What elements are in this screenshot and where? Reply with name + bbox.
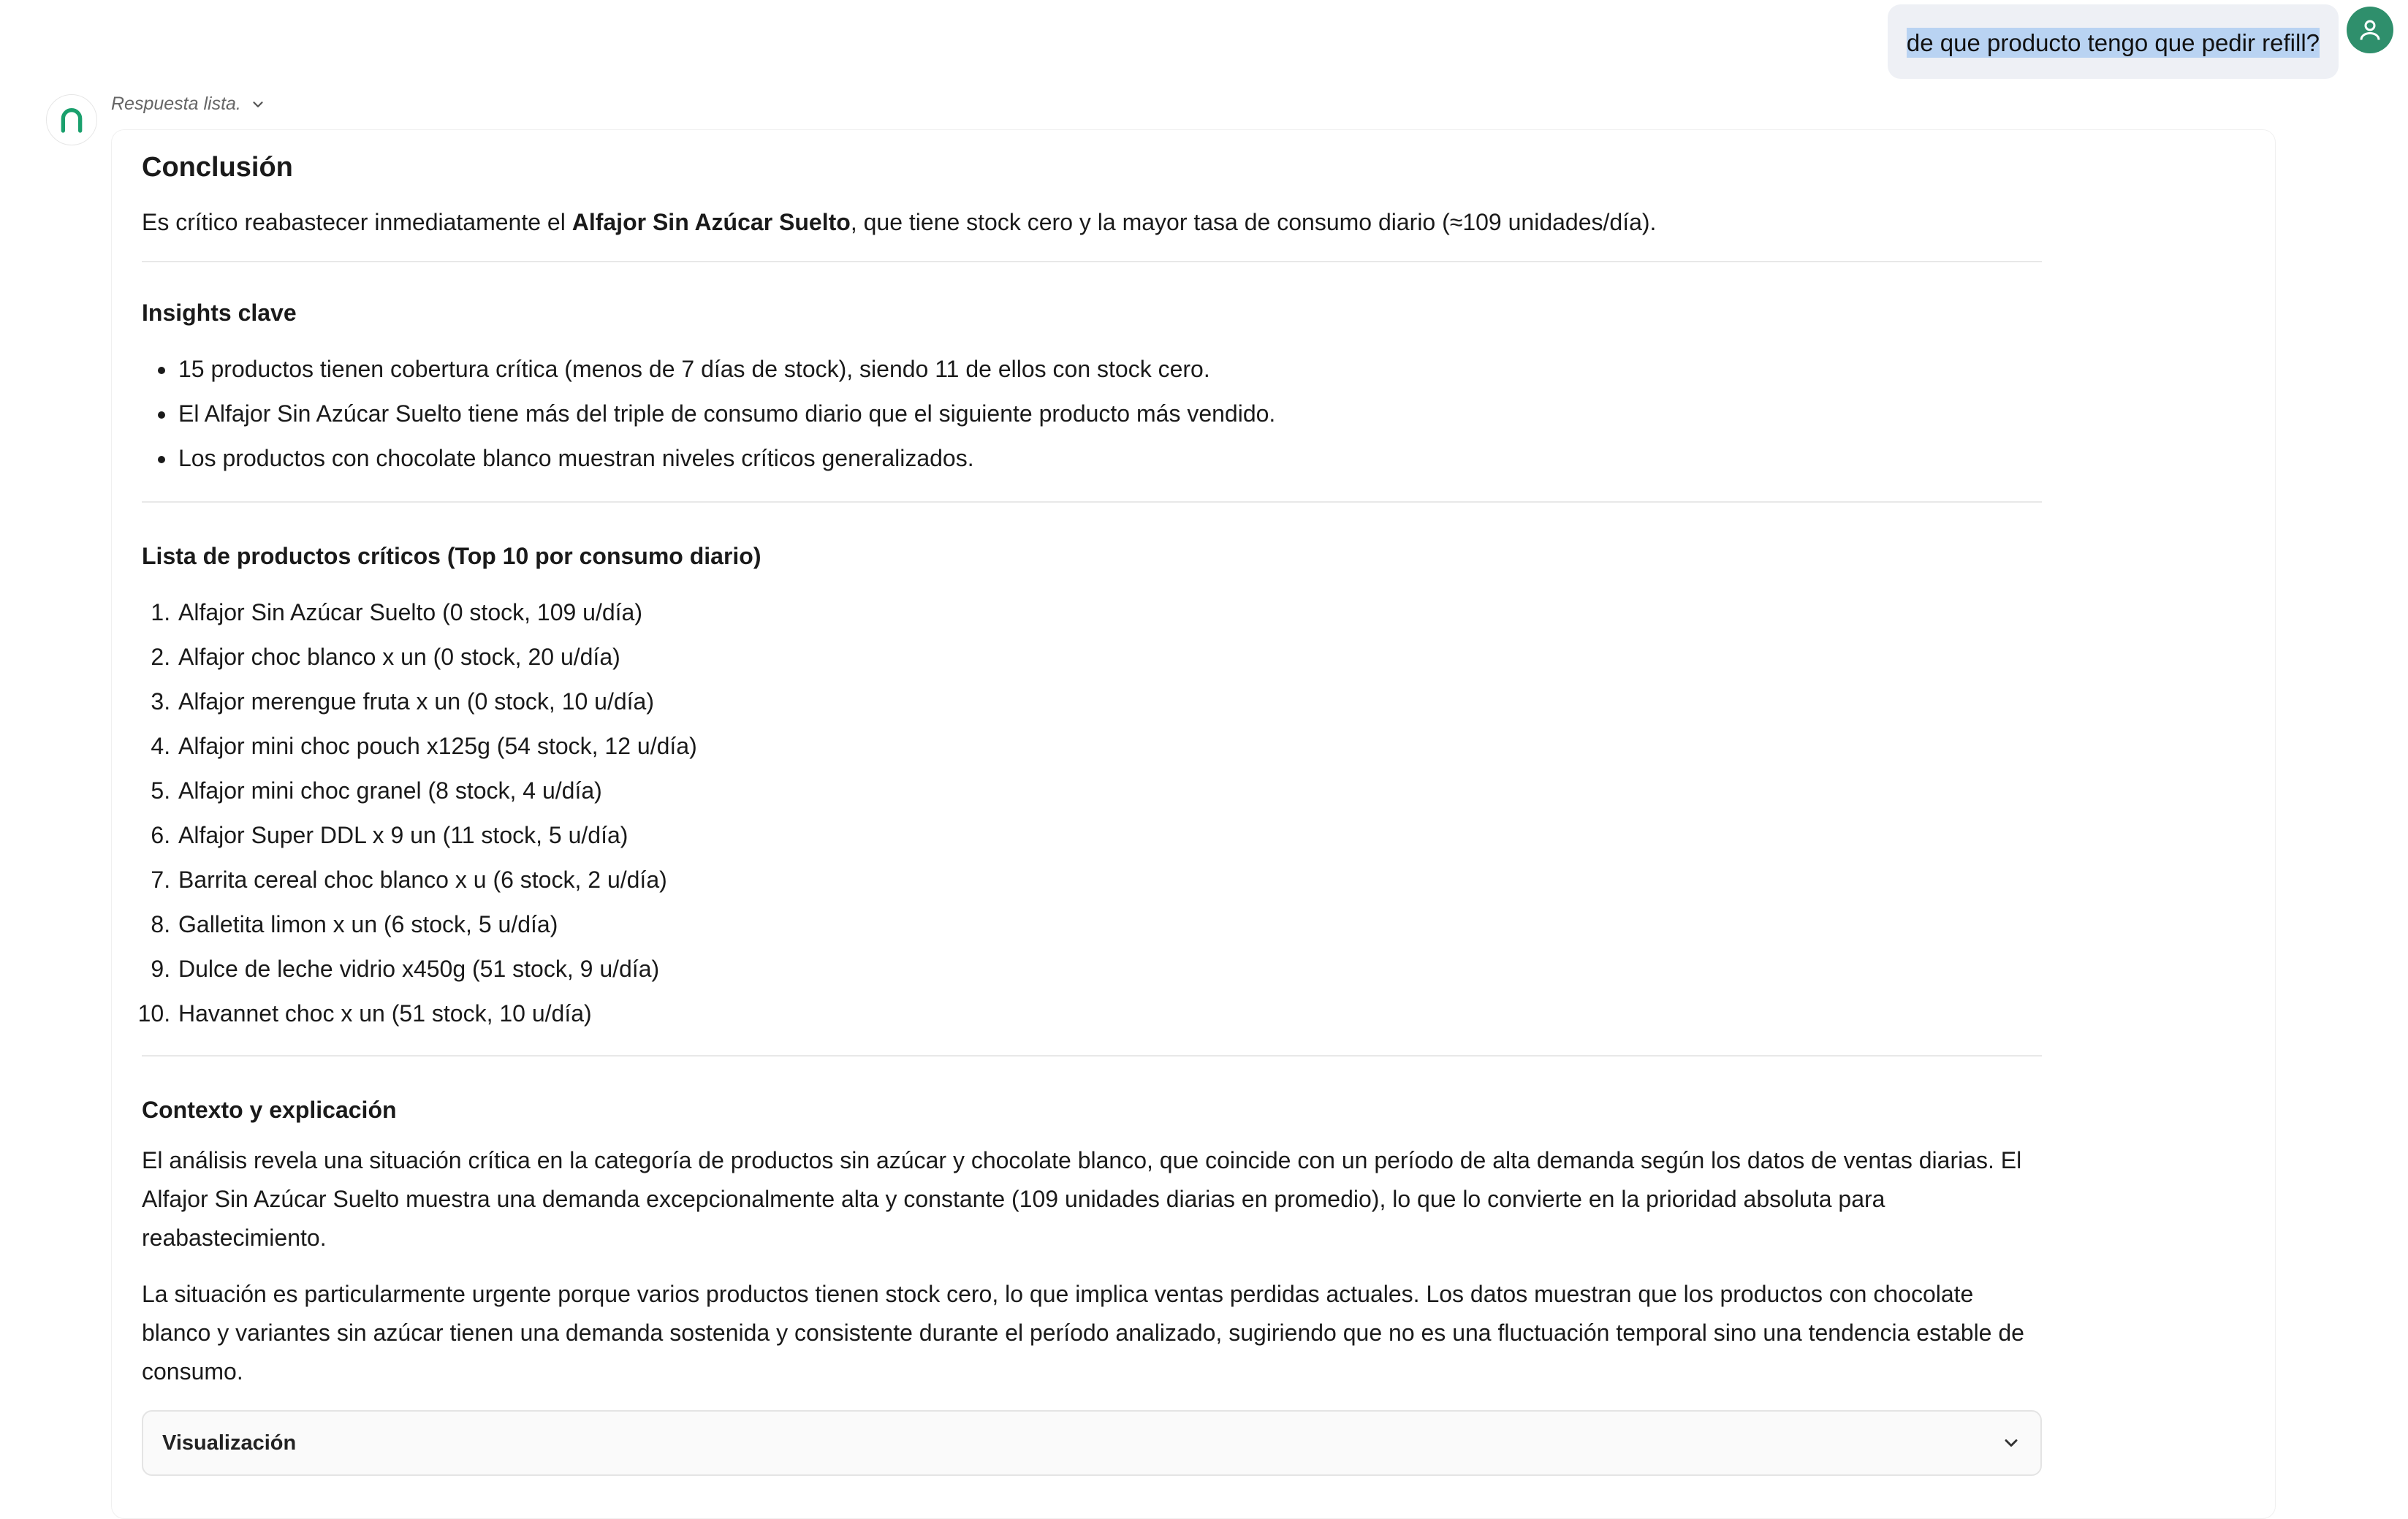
insights-heading: Insights clave: [142, 300, 297, 326]
user-avatar[interactable]: [2347, 7, 2393, 53]
critical-list-heading: Lista de productos críticos (Top 10 por …: [142, 543, 761, 569]
critical-product-item: Alfajor merengue fruta x un (0 stock, 10…: [177, 679, 2042, 724]
insights-list: 15 productos tienen cobertura crítica (m…: [142, 347, 2042, 481]
critical-product-item: Dulce de leche vidrio x450g (51 stock, 9…: [177, 947, 2042, 991]
visualization-accordion[interactable]: Visualización: [142, 1410, 2042, 1476]
assistant-avatar: [46, 94, 97, 145]
context-paragraph: La situación es particularmente urgente …: [142, 1281, 2024, 1385]
user-message-text: de que producto tengo que pedir refill?: [1906, 28, 2320, 58]
insight-item: Los productos con chocolate blanco muest…: [177, 436, 2042, 481]
response-status-toggle[interactable]: Respuesta lista.: [111, 94, 266, 115]
critical-product-item: Barrita cereal choc blanco x u (6 stock,…: [177, 858, 2042, 902]
chevron-down-icon: [253, 101, 263, 107]
arch-logo-icon: [61, 108, 83, 133]
divider: [142, 501, 2042, 503]
insight-item: El Alfajor Sin Azúcar Suelto tiene más d…: [177, 392, 2042, 436]
divider: [142, 261, 2042, 262]
response-content: Conclusión Es crítico reabastecer inmedi…: [142, 146, 2042, 1476]
user-message-bubble: de que producto tengo que pedir refill?: [1887, 4, 2339, 79]
visualization-label: Visualización: [162, 1431, 297, 1455]
conclusion-text: Es crítico reabastecer inmediatamente el…: [142, 203, 2042, 242]
critical-product-item: Alfajor Super DDL x 9 un (11 stock, 5 u/…: [177, 813, 2042, 858]
conclusion-text-before: Es crítico reabastecer inmediatamente el: [142, 209, 572, 235]
critical-product-item: Alfajor choc blanco x un (0 stock, 20 u/…: [177, 635, 2042, 679]
chevron-down-icon: [2005, 1439, 2018, 1447]
insight-item: 15 productos tienen cobertura crítica (m…: [177, 347, 2042, 392]
user-icon: [2360, 20, 2380, 40]
context-heading: Contexto y explicación: [142, 1097, 397, 1123]
critical-product-item: Galletita limon x un (6 stock, 5 u/día): [177, 902, 2042, 947]
critical-product-item: Havannet choc x un (51 stock, 10 u/día): [177, 991, 2042, 1036]
context-paragraph: El análisis revela una situación crítica…: [142, 1147, 2022, 1251]
conclusion-text-after: , que tiene stock cero y la mayor tasa d…: [850, 209, 1657, 235]
conclusion-heading: Conclusión: [142, 152, 293, 183]
critical-products-list: Alfajor Sin Azúcar Suelto (0 stock, 109 …: [142, 590, 2042, 1036]
response-status-label: Respuesta lista.: [111, 94, 241, 114]
critical-product-item: Alfajor Sin Azúcar Suelto (0 stock, 109 …: [177, 590, 2042, 635]
critical-product-item: Alfajor mini choc pouch x125g (54 stock,…: [177, 724, 2042, 769]
conclusion-product: Alfajor Sin Azúcar Suelto: [571, 209, 851, 235]
critical-product-item: Alfajor mini choc granel (8 stock, 4 u/d…: [177, 769, 2042, 813]
divider: [142, 1055, 2042, 1057]
